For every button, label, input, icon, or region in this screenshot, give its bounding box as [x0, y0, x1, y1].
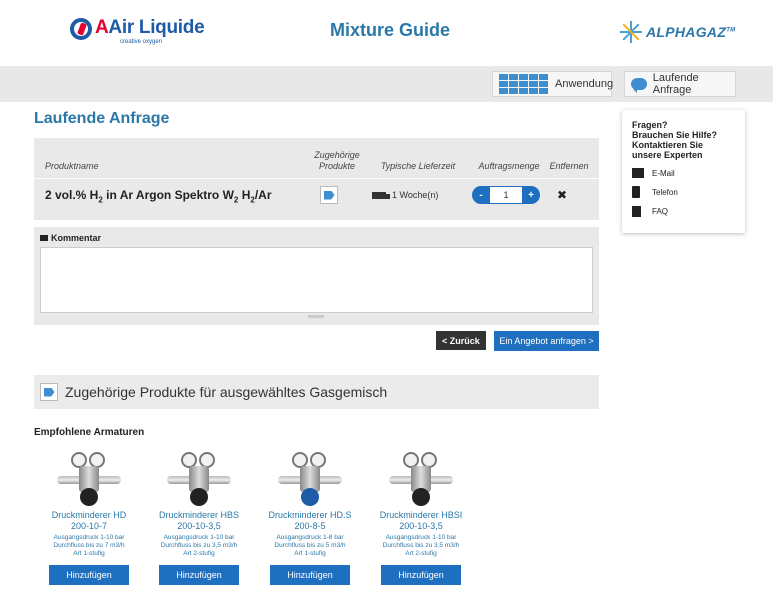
nav-band: Anwendung Laufende Anfrage	[0, 66, 773, 102]
air-liquide-mark-icon	[70, 18, 92, 40]
col-produktname: Produktname	[45, 161, 99, 171]
related-products-title: Zugehörige Produkte für ausgewähltes Gas…	[65, 384, 388, 400]
help-phone-label: Telefon	[652, 187, 678, 197]
comment-icon	[40, 235, 48, 241]
quantity-decrease-button[interactable]: -	[472, 190, 490, 201]
quantity-stepper: - 1 +	[472, 186, 540, 204]
alphagaz-logo[interactable]: ALPHAGAZTM	[620, 21, 735, 43]
grid-icon	[499, 74, 548, 94]
help-email-label: E-Mail	[652, 168, 675, 178]
related-tag-badge	[40, 383, 58, 401]
col-auftragsmenge: Auftragsmenge	[478, 161, 540, 171]
product-card-specs: Ausgangsdruck 1-10 bar Durchfluss bis zu …	[53, 534, 125, 557]
nav-laufende-anfrage-label: Laufende Anfrage	[652, 72, 699, 96]
tag-icon	[323, 190, 335, 200]
tag-icon	[43, 387, 55, 397]
product-card: Druckminderer HD 200-10-7 Ausgangsdruck 1…	[39, 448, 139, 585]
pressure-regulator-image[interactable]	[270, 448, 350, 510]
remove-item-button[interactable]: ✖	[557, 188, 567, 202]
help-email-link[interactable]: E-Mail	[632, 168, 735, 178]
add-product-button[interactable]: Hinzufügen	[270, 565, 350, 585]
help-faq-label: FAQ	[652, 207, 669, 216]
add-product-button[interactable]: Hinzufügen	[49, 565, 129, 585]
product-card-name[interactable]: Druckminderer HD 200-10-7	[39, 510, 139, 532]
alphagaz-wordmark: ALPHAGAZTM	[646, 24, 736, 40]
comment-label: Kommentar	[40, 233, 101, 243]
back-button[interactable]: < Zurück	[436, 331, 486, 350]
col-zugehoerige-produkte: Zugehörige Produkte	[314, 150, 360, 171]
air-liquide-tagline: creative oxygen	[120, 39, 163, 45]
nav-anwendung-button[interactable]: Anwendung	[492, 71, 614, 97]
help-faq-link[interactable]: FAQ	[632, 206, 735, 217]
nav-anwendung-label: Anwendung	[555, 78, 614, 90]
product-card-name[interactable]: Druckminderer HBS 200-10-3,5	[149, 510, 249, 532]
col-lieferzeit: Typische Lieferzeit	[380, 161, 456, 171]
pressure-regulator-image[interactable]	[49, 448, 129, 510]
product-card: Druckminderer HD.S 200-8-5 Ausgangsdruck …	[260, 448, 360, 585]
product-card-specs: Ausgangsdruck 1-8 bar Durchfluss bis zu 5…	[274, 534, 346, 557]
delivery-time-value: 1 Woche(n)	[392, 190, 439, 200]
help-card: Fragen? Brauchen Sie Hilfe? Kontaktieren…	[622, 110, 745, 233]
row-divider	[34, 178, 599, 179]
related-products-header: Zugehörige Produkte für ausgewähltes Gas…	[34, 375, 599, 409]
truck-icon	[372, 191, 390, 199]
related-products-button[interactable]	[320, 186, 338, 204]
envelope-icon	[632, 168, 644, 178]
product-card-specs: Ausgangsdruck 1-10 bar Durchfluss bis zu …	[160, 534, 238, 557]
delivery-time: 1 Woche(n)	[372, 190, 438, 200]
nav-laufende-anfrage-button[interactable]: Laufende Anfrage	[624, 71, 736, 97]
help-phone-link[interactable]: Telefon	[632, 186, 735, 198]
product-card: Druckminderer HBS 200-10-3,5 Ausgangsdruc…	[149, 448, 249, 585]
comment-section: Kommentar	[34, 227, 599, 325]
help-title: Fragen? Brauchen Sie Hilfe? Kontaktieren…	[632, 120, 718, 160]
app-title: Mixture Guide	[330, 20, 451, 40]
quantity-input[interactable]: 1	[490, 187, 522, 203]
comment-textarea[interactable]	[40, 247, 593, 313]
request-offer-button[interactable]: Ein Angebot anfragen >	[494, 331, 599, 351]
book-icon	[632, 206, 641, 217]
add-product-button[interactable]: Hinzufügen	[381, 565, 461, 585]
product-name: 2 vol.% H2 in Ar Argon Spektro W2 H2/Ar	[45, 188, 272, 205]
col-entfernen: Entfernen	[549, 161, 589, 171]
air-liquide-wordmark: AAir Liquide	[95, 17, 205, 38]
phone-icon	[632, 186, 640, 198]
resize-grip[interactable]	[308, 315, 324, 318]
recommended-fittings-heading: Empfohlene Armaturen	[34, 427, 145, 438]
alphagaz-star-icon	[620, 21, 642, 43]
page-title: Laufende Anfrage	[34, 110, 170, 127]
pressure-regulator-image[interactable]	[381, 448, 461, 510]
product-card-specs: Ausgangsdruck 1-10 bar Durchfluss bis zu …	[382, 534, 460, 557]
product-card: Druckminderer HBSI 200-10-3,5 Ausgangsdru…	[371, 448, 471, 585]
chat-bubble-icon	[631, 78, 647, 93]
request-table: Produktname Zugehörige Produkte Typische…	[34, 138, 599, 220]
add-product-button[interactable]: Hinzufügen	[159, 565, 239, 585]
comment-label-text: Kommentar	[51, 233, 102, 243]
pressure-regulator-image[interactable]	[159, 448, 239, 510]
air-liquide-logo[interactable]: AAir Liquide creative oxygen	[70, 17, 205, 48]
header: AAir Liquide creative oxygen Mixture Gui…	[0, 0, 773, 66]
quantity-increase-button[interactable]: +	[522, 190, 540, 201]
product-card-name[interactable]: Druckminderer HBSI 200-10-3,5	[371, 510, 471, 532]
product-card-name[interactable]: Druckminderer HD.S 200-8-5	[260, 510, 360, 532]
